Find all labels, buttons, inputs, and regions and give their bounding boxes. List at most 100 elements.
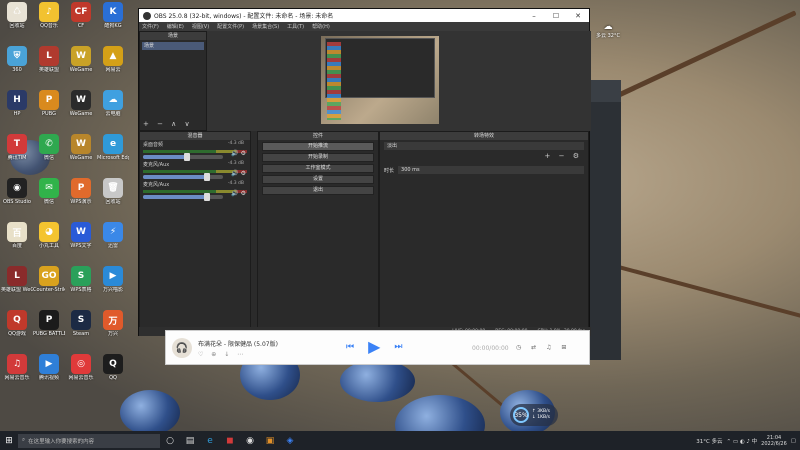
menu-item[interactable]: 工具(T) (287, 23, 304, 30)
obs-title-bar[interactable]: OBS 25.0.8 (32-bit, windows) - 配置文件: 未命名… (139, 9, 589, 22)
desktop-icon[interactable]: ▲ 网易云 (97, 46, 129, 73)
desktop-icon[interactable]: ◕ 小丸工具 (33, 222, 65, 249)
taskbar-search[interactable]: ⌕ 在这里输入你要搜索的内容 (18, 433, 160, 448)
desktop-icon[interactable]: ▶ 腾讯视频 (33, 354, 65, 381)
tray-weather[interactable]: 31°C 多云 (696, 437, 722, 445)
gear-icon[interactable]: ⚙ (241, 190, 246, 197)
desktop-icon[interactable]: T 腾讯TIM (1, 134, 33, 161)
previous-icon[interactable]: ⏮ (346, 342, 354, 352)
menu-item[interactable]: 场景集合(S) (252, 23, 279, 30)
desktop-icon[interactable]: H HP (1, 90, 33, 117)
desktop-icon[interactable]: ⚡ 迅雷 (97, 222, 129, 249)
next-icon[interactable]: ⏭ (394, 342, 402, 352)
desktop-icon[interactable]: Q QQ游戏 (1, 310, 33, 337)
obs-taskbar-icon[interactable]: ◉ (240, 431, 260, 450)
obs-window[interactable]: OBS 25.0.8 (32-bit, windows) - 配置文件: 未命名… (138, 8, 591, 336)
control-button[interactable]: 设置 (262, 175, 374, 184)
desktop-app-icon: ▶ (103, 266, 123, 286)
desktop-icon-label: 腾讯视频 (38, 375, 59, 381)
control-button[interactable]: 退出 (262, 186, 374, 195)
desktop-icon[interactable]: L 英雄联盟 (33, 46, 65, 73)
music-player[interactable]: 🎧 布满花朵 - 限保健品 (5.07版) ♡ ⊕ ↓ ⋯ ⏮ ▶ ⏭ 00:0… (165, 330, 590, 365)
network-speed-widget[interactable]: 35% ↑ 3KB/s ↓ 1KB/s (510, 404, 558, 426)
minimize-icon[interactable]: – (523, 12, 545, 20)
speaker-icon[interactable]: 🔊 (231, 190, 238, 197)
desktop-icon[interactable]: ▶ 万兴喵影 (97, 266, 129, 293)
desktop-app-icon: L (39, 46, 59, 66)
desktop-icon[interactable]: ◉ OBS Studio (1, 178, 33, 205)
tray-icons[interactable]: ⌃ ▭ ◐ ♪ 中 (727, 437, 758, 445)
maximize-icon[interactable]: ☐ (545, 12, 567, 20)
desktop-icon[interactable]: L英雄联盟 WeGame (1, 266, 33, 293)
desktop-icon-label: 酷狗KG (104, 23, 122, 29)
desktop-icon[interactable]: W WeGame (65, 134, 97, 161)
speaker-icon[interactable]: 🔊 (231, 170, 238, 177)
multitask-icon[interactable]: ▤ (180, 431, 200, 450)
volume-slider[interactable] (143, 193, 223, 201)
menu-item[interactable]: 配置文件(P) (217, 23, 244, 30)
taskbar: ⊞ ⌕ 在这里输入你要搜索的内容 ○ ▤ e ◼ ◉ ▣ ◈ 31°C 多云 ⌃… (0, 431, 800, 450)
desktop-icon[interactable]: P WPS演示 (65, 178, 97, 205)
desktop-icon[interactable]: 万万兴 (97, 310, 129, 337)
desktop-icon[interactable]: ✆ 微信 (33, 134, 65, 161)
control-button[interactable]: 工作室模式 (262, 164, 374, 173)
desktop-icon[interactable]: S WPS表格 (65, 266, 97, 293)
scene-list-item[interactable]: 场景 (142, 42, 204, 50)
scene-toolbar[interactable]: + − ∧ ∨ (143, 120, 193, 128)
background-app-window[interactable] (587, 80, 621, 360)
menu-item[interactable]: 编辑(E) (167, 23, 184, 30)
player-extra-icons[interactable]: ◷ ⇄ ♫ ⊞ (516, 344, 570, 351)
desktop-icon[interactable]: P PUBG (33, 90, 65, 117)
play-icon[interactable]: ▶ (368, 337, 380, 356)
app-taskbar-icon[interactable]: ◈ (280, 431, 300, 450)
music-taskbar-icon[interactable]: ◼ (220, 431, 240, 450)
desktop-app-icon: Q (103, 354, 123, 374)
preview-canvas[interactable] (321, 36, 439, 124)
desktop-icon[interactable]: ◎ 网易云音乐 (65, 354, 97, 381)
desktop-icon[interactable]: W WeGame (65, 46, 97, 73)
menu-item[interactable]: 帮助(H) (312, 23, 330, 30)
desktop-icon[interactable]: W WPS文字 (65, 222, 97, 249)
notification-icon[interactable]: ▢ (791, 438, 796, 444)
close-icon[interactable]: ✕ (567, 12, 589, 20)
volume-slider[interactable] (143, 153, 223, 161)
menu-item[interactable]: 文件(F) (142, 23, 159, 30)
desktop-icon[interactable]: K 酷狗KG (97, 2, 129, 29)
desktop-icon-label: HP (13, 111, 21, 117)
transitions-dock: 转场特效 淡出 + − ⚙ 时长 300 ms (379, 131, 589, 331)
wps-taskbar-icon[interactable]: ▣ (260, 431, 280, 450)
desktop-icon[interactable]: ✉ 微信 (33, 178, 65, 205)
desktop-icon[interactable]: PPUBG BATTLEGR (33, 310, 65, 337)
desktop-icon[interactable]: GOCounter-Strike Global (33, 266, 65, 293)
desktop-icon[interactable]: eMicrosoft Edge (97, 134, 129, 161)
desktop-icon[interactable]: ☁ 云电脑 (97, 90, 129, 117)
edge-taskbar-icon[interactable]: e (200, 431, 220, 450)
desktop-icon[interactable]: W WeGame (65, 90, 97, 117)
windows-start-icon[interactable]: ⊞ (0, 431, 18, 450)
control-button[interactable]: 开始录制 (262, 153, 374, 162)
desktop-icon[interactable]: ♺ 回收站 (1, 2, 33, 29)
album-art: 🎧 (172, 338, 192, 358)
desktop-icon[interactable]: ⛨ 360 (1, 46, 33, 73)
gear-icon[interactable]: ⚙ (241, 170, 246, 177)
weather-widget[interactable]: ☁ 多云 32°C (588, 22, 628, 39)
menu-item[interactable]: 视图(V) (192, 23, 209, 30)
song-action-icons[interactable]: ♡ ⊕ ↓ ⋯ (198, 351, 246, 358)
task-view-icon[interactable]: ○ (160, 431, 180, 450)
desktop-icon[interactable]: CF CF (65, 2, 97, 29)
desktop-icon[interactable]: ♪ QQ音乐 (33, 2, 65, 29)
desktop-icon[interactable]: Q QQ (97, 354, 129, 381)
speaker-icon[interactable]: 🔊 (231, 150, 238, 157)
desktop-icon[interactable]: 百百度 (1, 222, 33, 249)
desktop-icon[interactable]: S Steam (65, 310, 97, 337)
transition-toolbar[interactable]: + − ⚙ (545, 152, 582, 160)
duration-field[interactable]: 300 ms (398, 166, 584, 174)
clock[interactable]: 21:04 2022/6/26 (761, 435, 787, 447)
control-button[interactable]: 开始推流 (262, 142, 374, 151)
download-speed: ↓ 1KB/s (532, 415, 550, 420)
desktop-icon[interactable]: 🗑 回收站 (97, 178, 129, 205)
desktop-icon[interactable]: ♫ 网易云音乐 (1, 354, 33, 381)
transition-select[interactable]: 淡出 (384, 142, 584, 150)
gear-icon[interactable]: ⚙ (241, 150, 246, 157)
volume-slider[interactable] (143, 173, 223, 181)
